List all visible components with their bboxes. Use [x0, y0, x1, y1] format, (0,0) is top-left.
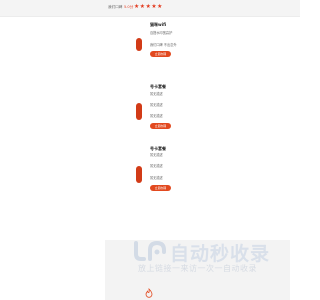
card-side-tag — [136, 103, 142, 120]
card-title: 号卡套餐 — [150, 84, 166, 89]
card-desc: 暂无描述 — [150, 92, 163, 96]
apply-button[interactable]: 立即办理 — [150, 123, 171, 129]
card-side-tag — [136, 38, 142, 51]
card-desc: 暂无描述 — [150, 153, 163, 157]
rating-bar: 我们口碑 5.0分 ★★★★★ — [0, 0, 300, 17]
card-title: 猫咪wifi — [150, 22, 167, 27]
card-desc: 百搭水印宽高护 — [150, 31, 173, 35]
card-side-tag — [136, 166, 142, 183]
rating-label: 我们口碑 — [108, 5, 123, 9]
flame-icon — [145, 288, 153, 298]
rating-score: 5.0分 — [124, 5, 134, 9]
star-rating-icons: ★★★★★ — [134, 3, 163, 10]
card-desc: 暂无描述 — [150, 103, 163, 107]
apply-button[interactable]: 立即办理 — [150, 185, 171, 191]
apply-button[interactable]: 立即办理 — [150, 51, 171, 57]
card-desc: 暂无描述 — [150, 164, 163, 168]
card-desc: 我们口碑 不出意外 — [150, 43, 177, 47]
watermark-subtitle: 放上链接一来访一次一自动收录 — [138, 264, 257, 273]
card-desc: 暂无描述 — [150, 114, 163, 118]
watermark-title: 自动秒收录 — [170, 243, 271, 265]
watermark-logo-icon — [134, 240, 166, 261]
card-desc: 暂无描述 — [150, 176, 163, 180]
